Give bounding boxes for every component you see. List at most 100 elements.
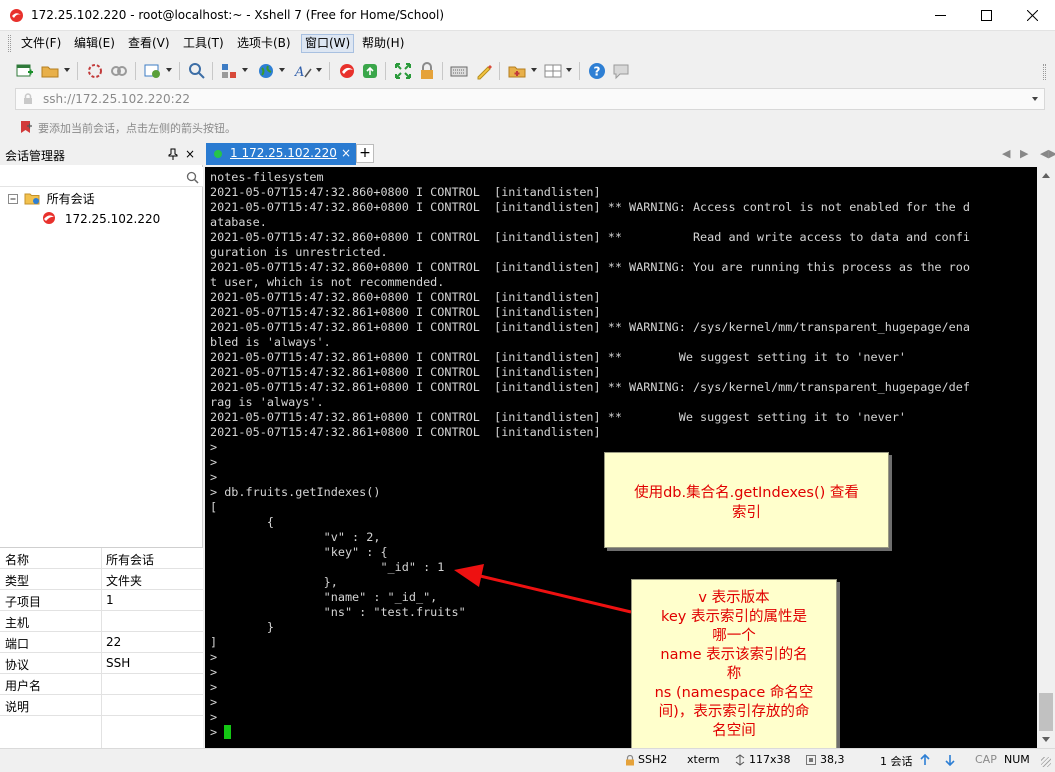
address-bar[interactable]: ssh://172.25.102.220:22 (15, 88, 1045, 110)
arrow-down-icon[interactable] (944, 754, 956, 766)
resize-grip[interactable] (1041, 757, 1051, 767)
callout-line: key 表示索引的属性是 (661, 609, 807, 625)
terminal-line: > (210, 650, 218, 664)
callout-line: 间)，表示索引存放的命 (658, 704, 810, 720)
chevron-down-icon[interactable] (566, 68, 572, 72)
xftp-icon[interactable] (361, 62, 379, 80)
menu-window[interactable]: 窗口(W) (301, 34, 355, 53)
fullscreen-icon[interactable] (394, 62, 412, 80)
font-icon[interactable]: A (294, 62, 312, 80)
new-session-icon[interactable] (16, 62, 34, 80)
properties-icon[interactable] (144, 62, 162, 80)
bookmark-add-icon[interactable] (19, 120, 33, 134)
chevron-down-icon[interactable] (242, 68, 248, 72)
menu-edit[interactable]: 编辑(E) (71, 34, 118, 53)
help-icon[interactable]: ? (588, 62, 606, 80)
open-folder-icon[interactable] (41, 62, 59, 80)
tab-scroll-right-icon[interactable]: ▶ (1020, 147, 1028, 160)
tab-menu-icon[interactable]: ◀▶ (1040, 147, 1055, 160)
xshell-icon[interactable] (338, 62, 356, 80)
terminal-line: 2021-05-07T15:47:32.860+0800 I CONTROL [… (210, 185, 601, 199)
new-tab-button[interactable]: + (356, 144, 374, 163)
session-panel-header: 会话管理器 × (0, 143, 203, 165)
callout-line: 使用db.集合名.getIndexes() 查看 (634, 485, 859, 501)
disconnect-icon[interactable] (86, 62, 104, 80)
xshell-session-icon (43, 212, 55, 224)
chevron-down-icon[interactable] (316, 68, 322, 72)
reconnect-icon[interactable] (110, 62, 128, 80)
tab-session[interactable]: 1 172.25.102.220 × (206, 143, 356, 165)
globe-icon[interactable] (257, 62, 275, 80)
address-input[interactable]: ssh://172.25.102.220:22 (43, 92, 190, 106)
scrollbar-thumb[interactable] (1039, 693, 1053, 731)
title-bar: 172.25.102.220 - root@localhost:~ - Xshe… (0, 0, 1055, 31)
arrow-up-icon[interactable] (919, 754, 931, 766)
chevron-down-icon[interactable] (64, 68, 70, 72)
maximize-button[interactable] (963, 0, 1009, 31)
collapse-icon[interactable] (8, 194, 18, 204)
menu-file[interactable]: 文件(F) (18, 34, 64, 53)
menu-tabs[interactable]: 选项卡(B) (234, 34, 294, 53)
connected-status-icon (214, 150, 222, 158)
terminal-line: > (210, 665, 218, 679)
tree-item-all-sessions[interactable]: 所有会话 (8, 190, 95, 208)
close-window-button[interactable] (1009, 0, 1055, 31)
session-search-input[interactable] (0, 167, 203, 187)
find-icon[interactable] (188, 62, 206, 80)
keyboard-icon[interactable] (450, 62, 468, 80)
toolbar-separator (179, 62, 180, 80)
terminal-line: > (210, 440, 218, 454)
property-key: 类型 (5, 574, 30, 588)
tile-windows-icon[interactable] (544, 62, 562, 80)
terminal-line: 2021-05-07T15:47:32.861+0800 I CONTROL [… (210, 320, 970, 334)
chat-icon[interactable] (612, 62, 630, 80)
hint-bar: 要添加当前会话，点击左侧的箭头按钮。 (0, 114, 1055, 140)
scroll-down-icon[interactable] (1042, 737, 1050, 742)
annotation-callout-getindexes: 使用db.集合名.getIndexes() 查看 索引 (604, 452, 889, 548)
terminal-line: > (210, 680, 218, 694)
terminal-scrollbar[interactable] (1037, 167, 1055, 748)
property-key: 名称 (5, 553, 30, 567)
terminal-line: guration is unrestricted. (210, 245, 388, 259)
highlight-icon[interactable] (475, 62, 493, 80)
menu-tools[interactable]: 工具(T) (180, 34, 227, 53)
toolbar-separator (442, 62, 443, 80)
chevron-down-icon[interactable] (531, 68, 537, 72)
svg-text:A: A (294, 65, 304, 80)
minimize-button[interactable] (917, 0, 963, 31)
tab-scroll-left-icon[interactable]: ◀ (1002, 147, 1010, 160)
scroll-up-icon[interactable] (1042, 173, 1050, 178)
property-key: 主机 (5, 616, 30, 630)
terminal-line: rag is 'always'. (210, 395, 324, 409)
terminal-line: > db.fruits.getIndexes() (210, 485, 381, 499)
menu-view[interactable]: 查看(V) (125, 34, 173, 53)
terminal-line: > (210, 725, 225, 739)
menu-help[interactable]: 帮助(H) (359, 34, 407, 53)
session-properties-table: 名称 所有会话 类型 文件夹 子项目 1 主机 端口 22 协议 SSH 用户名 说明 (0, 547, 203, 749)
svg-text:?: ? (594, 65, 601, 79)
close-tab-icon[interactable]: × (341, 146, 351, 160)
status-bar: SSH2 xterm 117x38 38,3 1 会话 CAP NUM (0, 748, 1055, 772)
layout-icon[interactable] (220, 62, 238, 80)
folder-icon (24, 193, 40, 205)
terminal-line: 2021-05-07T15:47:32.861+0800 I CONTROL [… (210, 350, 907, 364)
lock-icon[interactable] (418, 62, 436, 80)
chevron-down-icon[interactable] (1032, 97, 1038, 101)
toolbar-separator (579, 62, 580, 80)
terminal-line: }, (210, 575, 338, 589)
tree-item-session[interactable]: 172.25.102.220 (41, 210, 160, 228)
property-column-divider (101, 548, 102, 749)
chevron-down-icon[interactable] (166, 68, 172, 72)
callout-line: name 表示该索引的名 (660, 647, 808, 663)
status-protocol: SSH2 (638, 753, 668, 766)
add-folder-icon[interactable] (508, 62, 526, 80)
minimize-icon (934, 15, 946, 16)
close-icon[interactable]: × (185, 147, 195, 161)
property-key: 端口 (5, 637, 30, 651)
terminal-line: 2021-05-07T15:47:32.860+0800 I CONTROL [… (210, 290, 601, 304)
search-icon[interactable] (186, 171, 199, 184)
chevron-down-icon[interactable] (279, 68, 285, 72)
tree-item-label: 172.25.102.220 (64, 212, 161, 226)
pin-icon[interactable] (168, 148, 178, 160)
menu-grip (8, 35, 11, 52)
